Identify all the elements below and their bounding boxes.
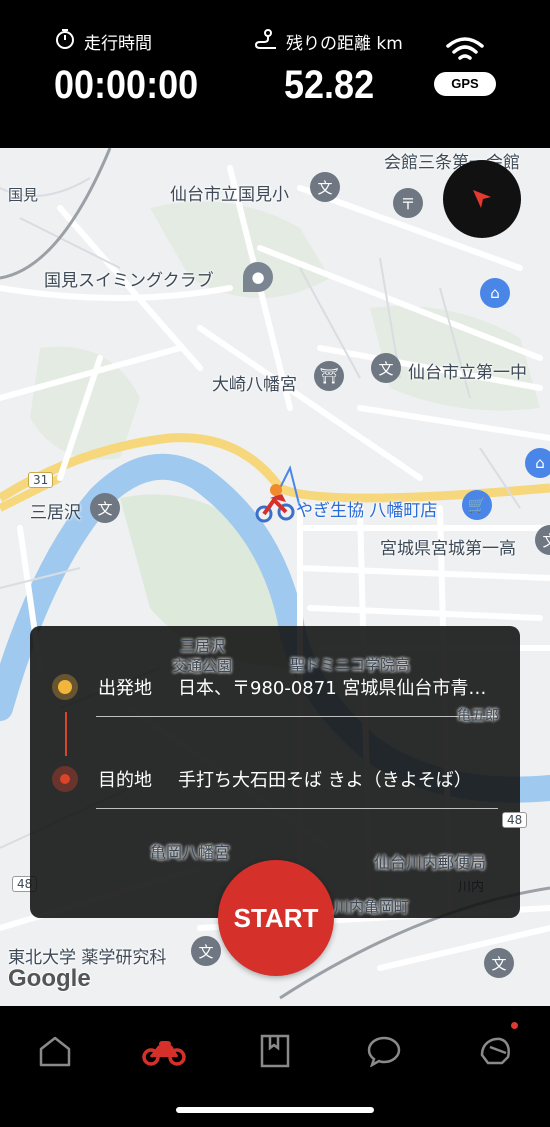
bookmark-icon (260, 1034, 290, 1068)
school-poi-icon-3[interactable]: 文 (90, 493, 120, 523)
school-poi-icon[interactable]: 文 (310, 172, 340, 202)
route-icon (254, 28, 278, 55)
map-label: 川内亀岡町 (334, 898, 410, 916)
motorcycle-icon (142, 1041, 186, 1066)
map-label: やぎ生協 八幡町店 (296, 501, 438, 521)
ride-time-label: 走行時間 (84, 34, 152, 54)
route-shield-label: 31 (28, 472, 54, 488)
origin-marker-icon (52, 674, 78, 700)
school-poi-icon-5[interactable]: 文 (191, 936, 221, 966)
current-location-marker (252, 478, 298, 524)
map-label: 三居沢 (180, 637, 226, 655)
recenter-compass-button[interactable] (443, 160, 521, 238)
shrine-poi-icon[interactable]: ⛩ (314, 361, 344, 391)
origin-label: 出発地 (98, 678, 152, 699)
origin-value[interactable]: 日本、〒980-0871 宮城県仙台市青葉区 (178, 674, 496, 700)
map-label: 大崎八幡宮 (212, 375, 297, 395)
notification-dot (511, 1022, 518, 1029)
map-label: 仙台市立国見小 (170, 185, 289, 205)
map-label: 国見スイミングクラブ (44, 271, 214, 291)
destination-label: 目的地 (98, 770, 152, 791)
ride-time-value: 00:00:00 (54, 63, 199, 107)
home-indicator (176, 1107, 374, 1113)
origin-row[interactable]: 出発地 日本、〒980-0871 宮城県仙台市青葉区 (30, 674, 520, 764)
map-label: 亀岡八幡宮 (150, 843, 231, 862)
location-pin-poi-icon[interactable]: ● (243, 262, 273, 292)
nav-records[interactable] (250, 1026, 300, 1076)
map-label: 交通公園 (172, 657, 233, 675)
gps-signal-icon (434, 36, 496, 66)
origin-divider (96, 716, 498, 717)
nav-helmet[interactable] (470, 1022, 520, 1076)
ride-stats-header: 走行時間 00:00:00 残りの距離 km 52.82 GPS (0, 0, 550, 148)
bank-poi-icon-2[interactable]: ⌂ (525, 448, 550, 478)
map-label: 宮城県宮城第一高 (380, 539, 516, 559)
map-label: 亀五郎 (457, 708, 499, 724)
destination-row[interactable]: 目的地 手打ち大石田そば きよ（きよそば） (30, 766, 520, 856)
ride-time-stat: 走行時間 00:00:00 (54, 28, 214, 108)
remaining-distance-label-row: 残りの距離 km (254, 28, 403, 55)
remaining-distance-label: 残りの距離 km (286, 34, 403, 54)
map-label: 三居沢 (30, 503, 81, 523)
ride-time-label-row: 走行時間 (54, 28, 214, 55)
navigation-arrow-icon (473, 190, 491, 208)
destination-divider (96, 808, 498, 809)
gps-status: GPS (434, 36, 496, 96)
map-label: 仙台市立第一中 (408, 363, 527, 383)
shopping-cart-poi-icon[interactable]: 🛒 (462, 490, 492, 520)
post-office-poi-icon[interactable]: 〒 (393, 188, 423, 218)
home-icon (39, 1036, 71, 1067)
map-label: 聖ドミニコ学院高 (290, 656, 411, 674)
gps-badge: GPS (434, 72, 496, 96)
bank-poi-icon[interactable]: ⌂ (480, 278, 510, 308)
school-poi-icon-6[interactable]: 文 (484, 948, 514, 978)
nav-messages[interactable] (359, 1026, 409, 1076)
route-connector-line (65, 712, 67, 756)
stopwatch-icon (54, 28, 76, 55)
destination-marker-icon (52, 766, 78, 792)
helmet-icon (480, 1037, 510, 1065)
remaining-distance-value: 52.82 (284, 63, 375, 107)
map-label: 仙台川内郵便局 (374, 853, 487, 872)
remaining-distance-stat: 残りの距離 km 52.82 (254, 28, 403, 108)
nav-ride[interactable] (139, 1026, 189, 1076)
route-shield-label: 48 (502, 812, 528, 828)
chat-icon (367, 1036, 401, 1067)
google-attribution: Google (8, 965, 91, 992)
start-button[interactable]: START (218, 860, 334, 976)
map-label: 国見 (8, 186, 39, 204)
destination-value[interactable]: 手打ち大石田そば きよ（きよそば） (178, 766, 496, 792)
nav-home[interactable] (30, 1026, 80, 1076)
motorcycle-rider-icon (255, 484, 295, 523)
school-poi-icon-2[interactable]: 文 (371, 353, 401, 383)
